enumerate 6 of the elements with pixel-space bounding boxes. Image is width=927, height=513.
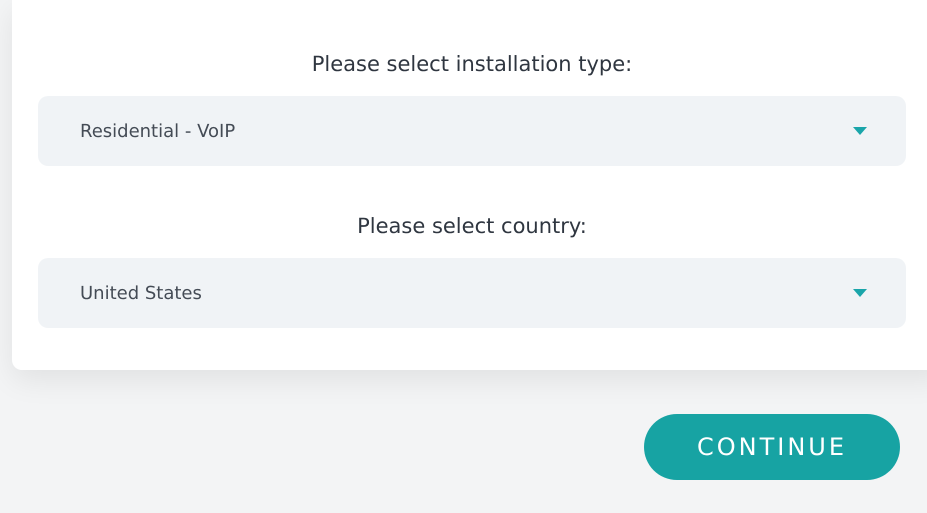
field-label: Please select country: (356, 214, 588, 238)
caret-icon (853, 127, 867, 135)
dropdown[interactable]: Residential - VoIP (38, 96, 906, 166)
field-label: Please select installation type: (310, 52, 634, 76)
caret-icon (853, 289, 867, 297)
dropdown[interactable]: United States (38, 258, 906, 328)
